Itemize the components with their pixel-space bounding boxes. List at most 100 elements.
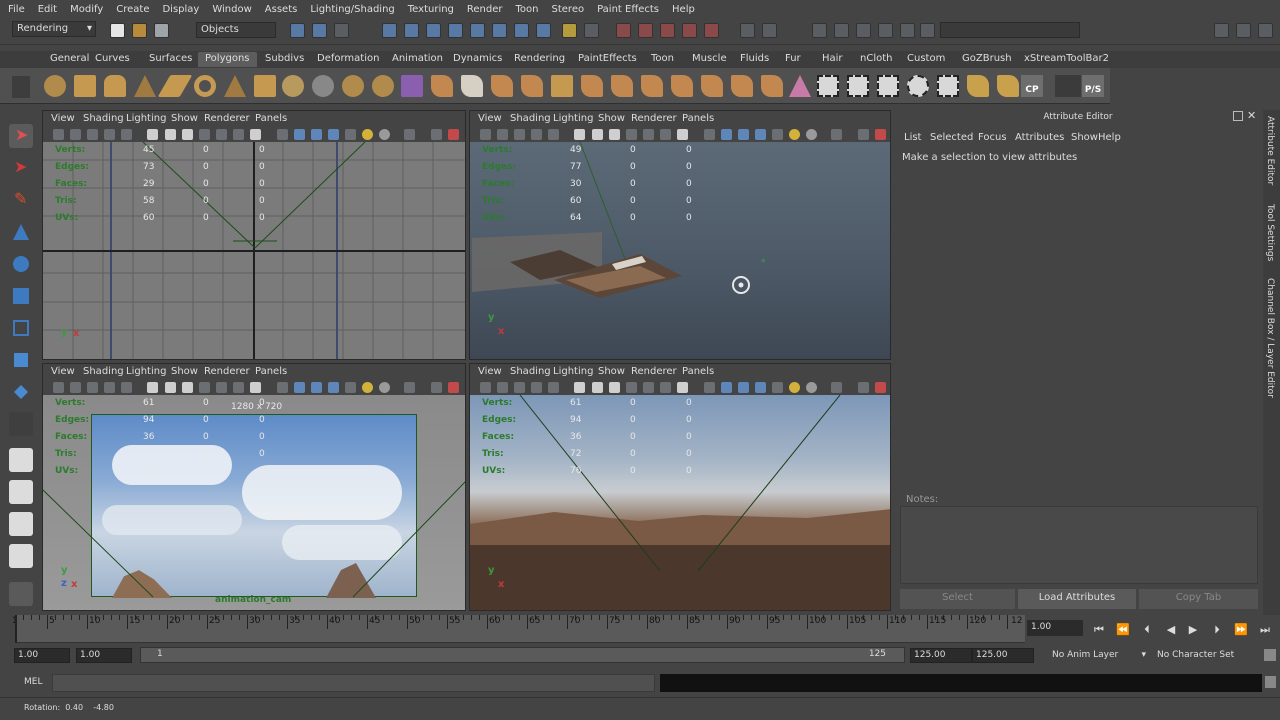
viewport-menu-renderer[interactable]: Renderer [204, 113, 250, 124]
single-pane-layout-icon[interactable] [9, 448, 33, 472]
ae-menu-help[interactable]: Help [1098, 132, 1121, 143]
panel-layout-icon[interactable] [740, 23, 755, 38]
camera-select-icon[interactable] [480, 382, 491, 393]
safe-title-icon[interactable] [677, 129, 688, 140]
ae-menu-focus[interactable]: Focus [978, 132, 1007, 143]
platonic-solid-icon[interactable] [372, 75, 394, 97]
channel-box-icon[interactable] [812, 23, 827, 38]
viewport-menu-view[interactable]: View [478, 366, 502, 377]
selection-mode-dropdown[interactable]: Objects [196, 22, 276, 38]
menu-edit[interactable]: Edit [30, 4, 62, 15]
ae-menu-attributes[interactable]: Attributes [1015, 132, 1064, 143]
separate-icon[interactable] [431, 75, 453, 97]
extrude-icon[interactable] [581, 75, 603, 97]
poly-cylinder-icon[interactable] [104, 75, 126, 97]
isolate-select-icon[interactable] [404, 382, 415, 393]
shelf-tab-painteffects[interactable]: PaintEffects [571, 52, 644, 67]
safe-action-icon[interactable] [660, 129, 671, 140]
viewport-menu-renderer[interactable]: Renderer [631, 366, 677, 377]
image-plane-icon[interactable] [531, 382, 542, 393]
camera-select-icon[interactable] [480, 129, 491, 140]
poly-prism-icon[interactable] [224, 75, 246, 97]
combine-icon[interactable] [401, 75, 423, 97]
safe-title-icon[interactable] [250, 382, 261, 393]
viewport-menu-view[interactable]: View [51, 113, 75, 124]
rotate-tool-icon[interactable] [9, 252, 33, 276]
use-lights-icon[interactable] [345, 129, 356, 140]
snap-curve-icon[interactable] [404, 23, 419, 38]
select-object-icon[interactable] [312, 23, 327, 38]
attribute-toggle-icon[interactable] [1258, 23, 1273, 38]
panel-split-icon[interactable] [762, 23, 777, 38]
poly-sphere-icon[interactable] [44, 75, 66, 97]
viewport-menu-panels[interactable]: Panels [682, 366, 714, 377]
viewport-menu-lighting[interactable]: Lighting [553, 113, 593, 124]
gate-mask-icon[interactable] [626, 129, 637, 140]
menu-modify[interactable]: Modify [62, 4, 108, 15]
viewport-canvas[interactable]: * y x Verts: 49 0 0 Edges: 77 0 0 Faces: 30 0 0 Tris… [470, 142, 890, 359]
help-icon[interactable] [536, 23, 551, 38]
menu-render[interactable]: Render [459, 4, 508, 15]
safe-action-icon[interactable] [660, 382, 671, 393]
menu-assets[interactable]: Assets [257, 4, 303, 15]
shelf-tab-curves[interactable]: Curves [88, 52, 137, 67]
attr-editor-icon[interactable] [834, 23, 849, 38]
gate-mask-icon[interactable] [199, 382, 210, 393]
character-set-dropdown[interactable]: No Character Set [1153, 648, 1263, 663]
ae-menu-show[interactable]: Show [1071, 132, 1098, 143]
grid-icon[interactable] [574, 129, 585, 140]
shadows-icon[interactable] [789, 129, 800, 140]
viewport-menu-renderer[interactable]: Renderer [631, 113, 677, 124]
ipr-render-icon[interactable] [638, 23, 653, 38]
split-polygon-icon[interactable] [671, 75, 693, 97]
ae-menu-list[interactable]: List [904, 132, 921, 143]
extract-icon[interactable] [461, 75, 483, 97]
shelf-tab-dynamics[interactable]: Dynamics [446, 52, 509, 67]
viewport-menu-renderer[interactable]: Renderer [204, 366, 250, 377]
xray-active-icon[interactable] [448, 129, 459, 140]
camera-select-icon[interactable] [53, 382, 64, 393]
current-frame-field[interactable]: 1.00 [1027, 620, 1083, 636]
outliner-icon[interactable] [878, 23, 893, 38]
select-tool-icon[interactable]: ➤ [9, 124, 33, 148]
channel-box-tab[interactable]: Channel Box / Layer Editor [1265, 278, 1275, 398]
menuset-dropdown[interactable]: Rendering ▾ [12, 21, 96, 37]
boolean-difference-icon[interactable] [521, 75, 543, 97]
viewport-menu-shading[interactable]: Shading [510, 113, 551, 124]
menu-help[interactable]: Help [664, 4, 700, 15]
bookmark-icon[interactable] [514, 382, 525, 393]
viewport-menu-lighting[interactable]: Lighting [126, 366, 166, 377]
menu-lighting-shading[interactable]: Lighting/Shading [302, 4, 399, 15]
float-panel-icon[interactable] [1233, 111, 1243, 121]
tool-settings-icon[interactable] [856, 23, 871, 38]
shadows-icon[interactable] [789, 382, 800, 393]
uv-grid-icon[interactable] [967, 75, 989, 97]
shelf-tab-custom[interactable]: Custom [900, 52, 952, 67]
sculpt-icon[interactable] [789, 75, 811, 97]
uv-sphere-icon[interactable] [907, 75, 929, 97]
step-back-frame-icon[interactable]: ⏪ [1116, 623, 1130, 637]
isolate-select-icon[interactable] [831, 129, 842, 140]
2d-pan-icon[interactable] [548, 382, 559, 393]
shelf-tab-animation[interactable]: Animation [385, 52, 450, 67]
shelf-tab-rendering[interactable]: Rendering [507, 52, 572, 67]
use-lights-icon[interactable] [772, 129, 783, 140]
viewport-menu-panels[interactable]: Panels [682, 113, 714, 124]
xray-joints-icon[interactable] [431, 382, 442, 393]
layout-toggle-icon[interactable] [1214, 23, 1229, 38]
lock-icon[interactable] [562, 23, 577, 38]
viewport-menu-show[interactable]: Show [598, 113, 625, 124]
menu-paint-effects[interactable]: Paint Effects [589, 4, 664, 15]
textured-icon[interactable] [755, 382, 766, 393]
cp-button[interactable]: CP [1021, 75, 1043, 97]
select-hierarchy-icon[interactable] [290, 23, 305, 38]
save-scene-icon[interactable] [154, 23, 169, 38]
menu-file[interactable]: File [0, 4, 30, 15]
select-component-icon[interactable] [334, 23, 349, 38]
viewport-menu-panels[interactable]: Panels [255, 366, 287, 377]
viewport-menu-view[interactable]: View [478, 113, 502, 124]
xray-joints-icon[interactable] [858, 129, 869, 140]
gate-mask-icon[interactable] [199, 129, 210, 140]
use-lights-icon[interactable] [772, 382, 783, 393]
shelf-tab-polygons[interactable]: Polygons [198, 52, 257, 67]
